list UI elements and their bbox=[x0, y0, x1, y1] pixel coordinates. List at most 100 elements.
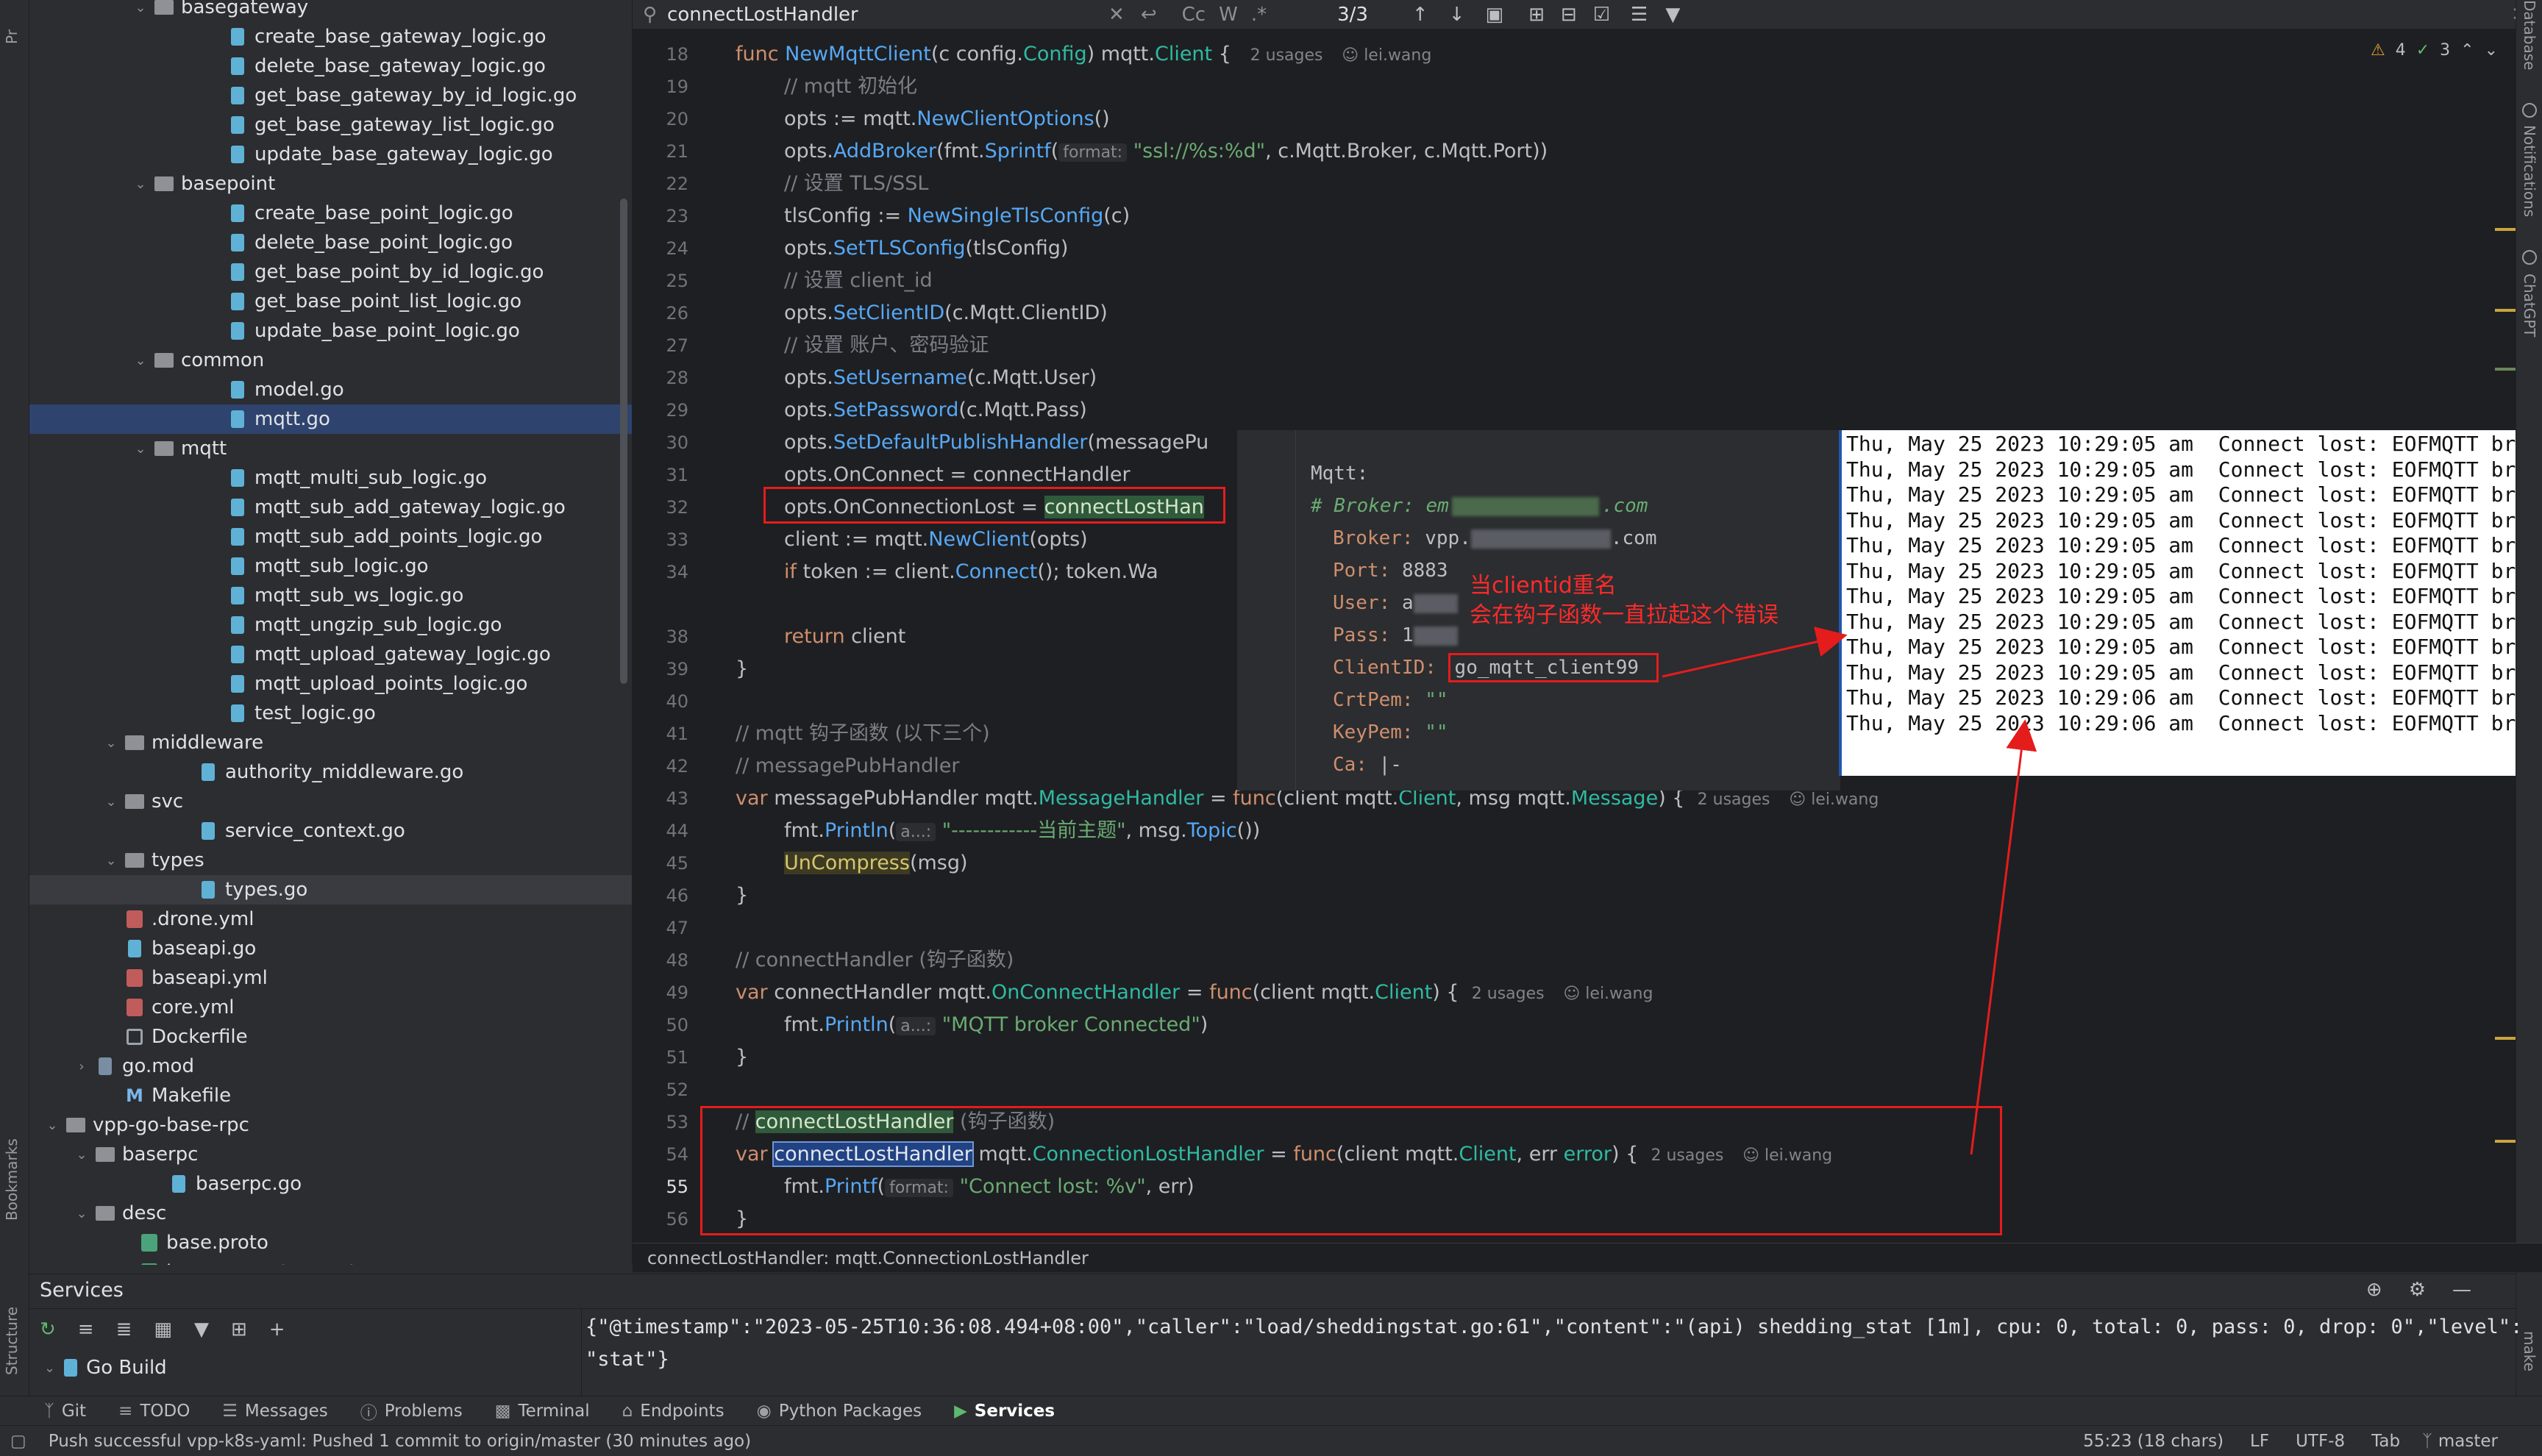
tree-file[interactable]: baseapi.go bbox=[29, 934, 632, 963]
previous-occurrence-icon[interactable]: ↑ bbox=[1412, 4, 1428, 26]
tree-file[interactable]: .drone.yml bbox=[29, 904, 632, 934]
remove-selection-icon[interactable]: ⊟ bbox=[1561, 4, 1577, 26]
tree-file[interactable]: mqtt_sub_ws_logic.go bbox=[29, 581, 632, 610]
clear-search-icon[interactable]: ✕ bbox=[1108, 4, 1125, 26]
notifications-icon[interactable] bbox=[2522, 103, 2537, 118]
chevron-down-icon[interactable]: ⌄ bbox=[44, 1360, 55, 1376]
tree-file[interactable]: get_base_point_by_id_logic.go bbox=[29, 257, 632, 287]
regex-toggle[interactable]: .* bbox=[1251, 4, 1267, 26]
tree-file[interactable]: mqtt_sub_add_points_logic.go bbox=[29, 522, 632, 552]
select-all-icon[interactable]: ☑ bbox=[1593, 4, 1610, 26]
tab-services[interactable]: ▶ Services bbox=[954, 1402, 1055, 1421]
caret-position[interactable]: 55:23 (18 chars) bbox=[2083, 1432, 2224, 1451]
tree-file[interactable]: Dockerfile bbox=[29, 1022, 632, 1052]
tree-file[interactable]: mqtt_multi_sub_logic.go bbox=[29, 463, 632, 493]
tree-file[interactable]: mqtt_ungzip_sub_logic.go bbox=[29, 610, 632, 640]
tree-folder[interactable]: ⌄ mqtt bbox=[29, 434, 632, 463]
git-branch[interactable]: master bbox=[2438, 1432, 2498, 1451]
tree-folder[interactable]: ⌄ common bbox=[29, 346, 632, 375]
structure-tool-label[interactable]: Structure bbox=[3, 1307, 21, 1375]
whole-word-toggle[interactable]: W bbox=[1219, 4, 1238, 26]
tree-folder[interactable]: ⌄ desc bbox=[29, 1199, 632, 1228]
chatgpt-icon[interactable] bbox=[2522, 250, 2537, 265]
tree-file[interactable]: create_base_point_logic.go bbox=[29, 199, 632, 228]
tree-file[interactable]: get_base_gateway_list_logic.go bbox=[29, 110, 632, 140]
tree-folder[interactable]: ⌄ vpp-go-base-rpc bbox=[29, 1110, 632, 1140]
collapse-all-icon[interactable]: ≣ bbox=[116, 1318, 132, 1341]
minimize-icon[interactable]: — bbox=[2452, 1279, 2471, 1301]
add-service-icon[interactable]: + bbox=[269, 1318, 285, 1341]
chevron-down-icon[interactable]: ⌄ bbox=[103, 735, 119, 751]
tree-folder[interactable]: ⌄ basegateway bbox=[29, 0, 632, 22]
filter-icon[interactable]: ▼ bbox=[194, 1318, 209, 1341]
tree-file[interactable]: authority_middleware.go bbox=[29, 757, 632, 787]
database-tool-label[interactable]: Database bbox=[2521, 0, 2538, 70]
tree-file[interactable]: mqtt_upload_points_logic.go bbox=[29, 669, 632, 699]
tree-file[interactable]: test_logic.go bbox=[29, 699, 632, 728]
tree-folder[interactable]: ⌄ svc bbox=[29, 787, 632, 816]
tree-file[interactable]: core.yml bbox=[29, 993, 632, 1022]
gear-icon[interactable]: ⚙ bbox=[2409, 1279, 2426, 1301]
chevron-up-icon[interactable]: ⌃ bbox=[2460, 41, 2474, 60]
tree-file[interactable]: get_base_point_list_logic.go bbox=[29, 287, 632, 316]
tree-file[interactable]: model.go bbox=[29, 375, 632, 404]
make-tool-label[interactable]: make bbox=[2521, 1331, 2538, 1371]
add-selection-icon[interactable]: ⊞ bbox=[1528, 4, 1545, 26]
breadcrumb[interactable]: connectLostHandler: mqtt.ConnectionLostH… bbox=[633, 1243, 2542, 1272]
chevron-down-icon[interactable]: ⌄ bbox=[103, 794, 119, 810]
tree-folder[interactable]: ⌄ baserpc bbox=[29, 1140, 632, 1169]
new-tab-icon[interactable]: ⊞ bbox=[231, 1318, 247, 1341]
tree-file[interactable]: baseaccountpo.proto bbox=[29, 1257, 632, 1265]
tree-file[interactable]: service_context.go bbox=[29, 816, 632, 846]
status-message[interactable]: Push successful vpp-k8s-yaml: Pushed 1 c… bbox=[49, 1432, 751, 1451]
indent-setting[interactable]: Tab bbox=[2371, 1432, 2400, 1451]
chevron-down-icon[interactable]: ⌄ bbox=[132, 441, 149, 457]
project-scrollbar[interactable] bbox=[620, 199, 627, 684]
chevron-down-icon[interactable]: ⌄ bbox=[103, 853, 119, 868]
layout-icon[interactable]: ▢ bbox=[10, 1432, 26, 1451]
open-in-window-icon[interactable]: ▣ bbox=[1486, 4, 1504, 26]
tab-python-packages[interactable]: ◉ Python Packages bbox=[757, 1402, 922, 1421]
tree-file[interactable]: delete_base_gateway_logic.go bbox=[29, 51, 632, 81]
group-icon[interactable]: ▦ bbox=[154, 1318, 172, 1341]
tree-file[interactable]: get_base_gateway_by_id_logic.go bbox=[29, 81, 632, 110]
find-input[interactable]: connectLostHandler bbox=[667, 4, 1108, 26]
tab-endpoints[interactable]: ⌂ Endpoints bbox=[622, 1402, 724, 1421]
tab-problems[interactable]: ⓘ Problems bbox=[360, 1399, 463, 1424]
tab-messages[interactable]: ☰ Messages bbox=[222, 1402, 327, 1421]
inspection-widget[interactable]: ⚠ 4 ✓ 3 ⌃ ⌄ bbox=[2371, 41, 2498, 60]
tab-terminal[interactable]: ▩ Terminal bbox=[495, 1402, 590, 1421]
tree-folder[interactable]: ⌄ middleware bbox=[29, 728, 632, 757]
chevron-down-icon[interactable]: ⌄ bbox=[2485, 41, 2498, 60]
target-icon[interactable]: ⊕ bbox=[2366, 1279, 2382, 1301]
file-encoding[interactable]: UTF-8 bbox=[2296, 1432, 2345, 1451]
tree-file[interactable]: delete_base_point_logic.go bbox=[29, 228, 632, 257]
chatgpt-tool-label[interactable]: ChatGPT bbox=[2521, 274, 2538, 338]
filter-icon[interactable]: ▼ bbox=[1665, 4, 1680, 26]
tree-file[interactable]: create_base_gateway_logic.go bbox=[29, 22, 632, 51]
tree-file[interactable]: mqtt_sub_add_gateway_logic.go bbox=[29, 493, 632, 522]
chevron-down-icon[interactable]: ⌄ bbox=[132, 353, 149, 368]
tree-file[interactable]: baserpc.go bbox=[29, 1169, 632, 1199]
filter-options-icon[interactable]: ☰ bbox=[1631, 4, 1648, 26]
chevron-down-icon[interactable]: ⌄ bbox=[74, 1147, 90, 1163]
chevron-right-icon[interactable]: › bbox=[74, 1059, 90, 1074]
history-icon[interactable]: ↩ bbox=[1141, 4, 1157, 26]
refresh-icon[interactable]: ↻ bbox=[40, 1318, 56, 1341]
chevron-down-icon[interactable]: ⌄ bbox=[74, 1206, 90, 1221]
chevron-down-icon[interactable]: ⌄ bbox=[132, 0, 149, 15]
tree-file[interactable]: mqtt_upload_gateway_logic.go bbox=[29, 640, 632, 669]
line-separator[interactable]: LF bbox=[2250, 1432, 2269, 1451]
tree-file[interactable]: baseapi.yml bbox=[29, 963, 632, 993]
bookmarks-tool-label[interactable]: Bookmarks bbox=[3, 1138, 21, 1221]
tree-folder[interactable]: ⌄ types bbox=[29, 846, 632, 875]
tree-file[interactable]: base.proto bbox=[29, 1228, 632, 1257]
tree-file[interactable]: › go.mod bbox=[29, 1052, 632, 1081]
tab-git[interactable]: ᛉ Git bbox=[44, 1402, 86, 1421]
tree-file[interactable]: M Makefile bbox=[29, 1081, 632, 1110]
tree-folder[interactable]: ⌄ basepoint bbox=[29, 169, 632, 199]
notifications-tool-label[interactable]: Notifications bbox=[2521, 125, 2538, 217]
match-case-toggle[interactable]: Cc bbox=[1182, 4, 1206, 26]
tree-file[interactable]: types.go bbox=[29, 875, 632, 904]
tree-file[interactable]: update_base_gateway_logic.go bbox=[29, 140, 632, 169]
